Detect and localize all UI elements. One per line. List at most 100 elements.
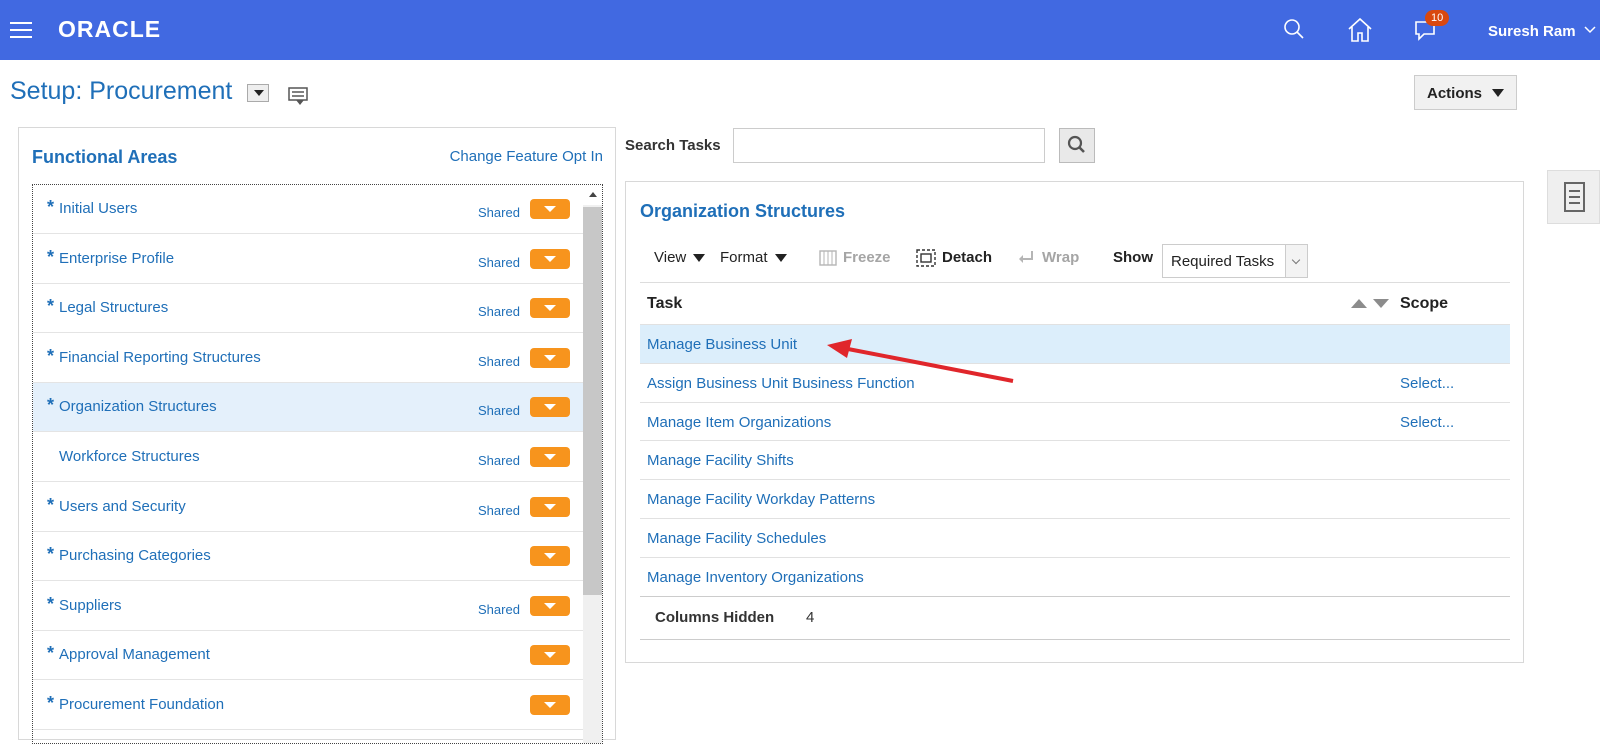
functional-area-actions-button[interactable] [530,397,570,418]
task-link[interactable]: Manage Facility Shifts [647,452,794,469]
shared-label: Shared [478,502,520,518]
sort-descending-icon[interactable] [1373,299,1389,308]
functional-area-actions-button[interactable] [530,298,570,319]
required-marker: * [47,246,55,267]
functional-area-item[interactable]: * Suppliers Shared [33,582,583,631]
title-dropdown-button[interactable] [247,84,269,102]
side-panel-tab[interactable] [1547,170,1600,224]
functional-area-label[interactable]: Legal Structures [59,299,168,316]
required-marker: * [47,544,55,565]
functional-area-actions-button[interactable] [530,496,570,517]
search-button[interactable] [1059,128,1095,163]
required-marker: * [47,395,55,416]
functional-area-item[interactable]: * Purchasing Categories [33,532,583,582]
functional-area-label[interactable]: Users and Security [59,498,186,515]
functional-area-label[interactable]: Enterprise Profile [59,250,174,267]
table-row[interactable]: Assign Business Unit Business Function Se… [640,362,1510,402]
format-menu[interactable]: Format [720,249,787,266]
task-list-icon[interactable] [288,86,310,106]
show-label: Show [1113,249,1153,266]
chevron-down-icon[interactable] [1584,26,1596,34]
wrap-button[interactable]: Wrap [1018,249,1079,266]
table-header: Task Scope [640,282,1510,324]
column-header-task[interactable]: Task [647,295,682,313]
table-row[interactable]: Manage Facility Schedules [640,518,1510,557]
table-row[interactable]: Manage Facility Workday Patterns [640,479,1510,518]
organization-structures-panel: Organization Structures View Format Free… [625,181,1524,663]
show-select[interactable]: Required Tasks [1162,244,1308,278]
table-row[interactable]: Manage Facility Shifts [640,440,1510,479]
menu-icon[interactable] [10,22,32,40]
functional-area-item[interactable]: * Enterprise Profile Shared [33,235,583,284]
column-header-scope[interactable]: Scope [1400,295,1448,313]
functional-area-actions-button[interactable] [530,199,570,219]
columns-hidden-label: Columns Hidden [655,608,775,626]
required-marker: * [47,593,55,614]
functional-area-actions-button[interactable] [530,347,570,368]
functional-area-item[interactable]: * Initial Users Shared [33,185,583,234]
functional-area-label[interactable]: Procurement Foundation [59,696,224,713]
detach-button[interactable]: Detach [916,249,992,267]
task-link[interactable]: Manage Item Organizations [647,414,831,431]
user-menu[interactable]: Suresh Ram [1488,23,1576,40]
functional-area-label[interactable]: Purchasing Categories [59,547,211,564]
required-marker: * [47,197,55,217]
search-tasks-label: Search Tasks [625,137,721,154]
functional-area-item[interactable]: * Financial Reporting Structures Shared [33,334,583,383]
freeze-button[interactable]: Freeze [819,249,891,266]
functional-area-item[interactable]: * Users and Security Shared [33,483,583,532]
required-marker: * [47,643,55,664]
shared-label: Shared [478,453,520,468]
task-link[interactable]: Manage Facility Workday Patterns [647,491,875,508]
table-row[interactable]: Manage Business Unit [640,324,1510,363]
required-marker: * [47,345,55,366]
scrollbar-thumb[interactable] [583,207,602,595]
functional-area-actions-button[interactable] [530,248,570,269]
functional-area-item[interactable]: * Organization Structures Shared [33,383,583,433]
show-select-value: Required Tasks [1171,253,1275,270]
functional-areas-title: Functional Areas [32,147,178,167]
functional-area-actions-button[interactable] [530,595,570,616]
chevron-down-icon[interactable] [1285,245,1307,277]
functional-area-item[interactable]: * Procurement Foundation [33,681,583,730]
sort-ascending-icon[interactable] [1351,299,1367,308]
search-tasks-input[interactable] [733,128,1045,163]
scroll-up-arrow[interactable] [583,185,602,205]
task-link[interactable]: Manage Inventory Organizations [647,569,864,586]
functional-area-actions-button[interactable] [530,645,570,666]
functional-area-actions-button[interactable] [530,695,570,715]
functional-area-label[interactable]: Workforce Structures [59,448,200,465]
scope-select-link[interactable]: Select... [1400,414,1454,431]
required-marker: * [47,296,55,317]
functional-area-item[interactable]: Workforce Structures Shared [33,433,583,482]
task-link[interactable]: Manage Facility Schedules [647,530,826,547]
table-row[interactable]: Manage Inventory Organizations [640,556,1510,596]
freeze-icon [819,250,837,266]
table-row[interactable]: Manage Item Organizations Select... [640,401,1510,441]
scope-select-link[interactable]: Select... [1400,375,1454,392]
functional-area-label[interactable]: Suppliers [59,597,122,614]
functional-area-label[interactable]: Financial Reporting Structures [59,349,261,366]
functional-area-item[interactable]: * Approval Management [33,631,583,681]
actions-button[interactable]: Actions [1414,75,1517,110]
functional-area-actions-button[interactable] [530,546,570,567]
task-link[interactable]: Manage Business Unit [647,336,797,353]
table-footer: Columns Hidden 4 [640,595,1510,640]
functional-area-label[interactable]: Approval Management [59,646,210,663]
detach-label: Detach [942,249,993,266]
view-menu[interactable]: View [654,249,706,266]
change-feature-opt-in-link[interactable]: Change Feature Opt In [450,148,603,165]
functional-area-label[interactable]: Initial Users [59,200,137,217]
task-link[interactable]: Assign Business Unit Business Function [647,375,915,392]
organization-structures-title: Organization Structures [640,201,846,221]
functional-area-actions-button[interactable] [530,447,570,467]
functional-area-item[interactable]: * Legal Structures Shared [33,284,583,334]
home-icon[interactable] [1346,16,1374,44]
search-icon [1067,135,1085,153]
shared-label: Shared [478,353,520,369]
search-icon[interactable] [1280,16,1308,44]
functional-area-label[interactable]: Organization Structures [59,398,217,415]
document-icon [1564,182,1585,212]
freeze-label: Freeze [843,249,891,266]
scrollbar[interactable] [583,185,602,743]
